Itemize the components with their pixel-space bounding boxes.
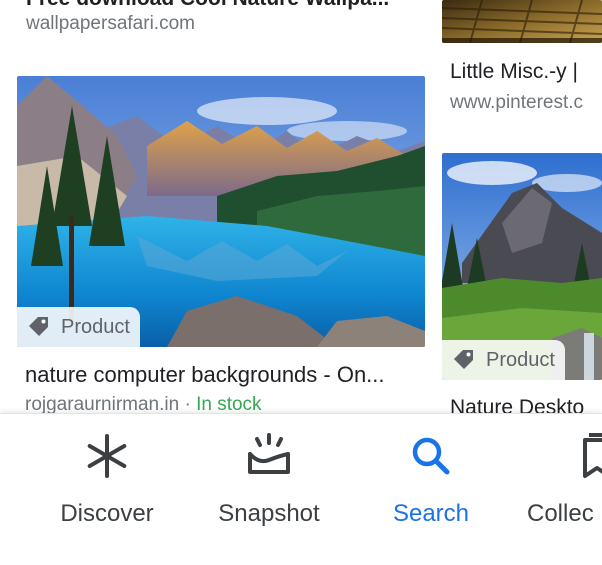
result-title-little-misc[interactable]: Little Misc.-y |: [450, 60, 602, 84]
nav-label-discover: Discover: [60, 500, 154, 527]
bookmark-icon: [583, 433, 602, 478]
nav-item-collections[interactable]: Collec: [518, 432, 602, 528]
result-source-line[interactable]: rojgaraurnirman.in · In stock: [25, 394, 425, 415]
result-image-little-misc[interactable]: [442, 0, 602, 43]
nav-label-snapshot: Snapshot: [218, 500, 320, 527]
result-title-cool-nature[interactable]: Free download Cool Nature Wallpa...: [26, 0, 426, 11]
nav-label-collections: Collec: [527, 500, 594, 527]
source-separator: ·: [179, 394, 197, 415]
image-results-feed[interactable]: Free download Cool Nature Wallpa... wall…: [0, 0, 602, 415]
result-image-nature-desktop[interactable]: Product: [442, 153, 602, 380]
product-badge-label: Product: [486, 348, 555, 371]
bottom-navigation-bar: Discover Snapshot Search Collec: [0, 413, 602, 565]
asterisk-icon: [87, 434, 127, 478]
tag-icon: [454, 350, 473, 369]
nav-item-search[interactable]: Search: [356, 432, 506, 528]
snapshot-icon: [248, 433, 290, 474]
result-source-wallpapersafari[interactable]: wallpapersafari.com: [26, 13, 195, 35]
nav-item-discover[interactable]: Discover: [32, 432, 182, 528]
product-badge: Product: [17, 307, 140, 347]
result-image-mountain-lake[interactable]: Product: [17, 76, 425, 347]
search-icon: [412, 437, 450, 475]
product-badge-right: Product: [442, 340, 565, 380]
tag-icon: [29, 317, 48, 336]
wooden-deck-image: [442, 0, 602, 43]
result-title-nature-backgrounds[interactable]: nature computer backgrounds - On...: [25, 362, 417, 388]
product-badge-label: Product: [61, 315, 130, 338]
nav-label-search: Search: [392, 500, 470, 527]
result-source-rojgar: rojgaraurnirman.in: [25, 394, 180, 415]
result-source-pinterest[interactable]: www.pinterest.c: [450, 92, 602, 114]
google-app-feed: Free download Cool Nature Wallpa... wall…: [0, 0, 602, 565]
nav-item-snapshot[interactable]: Snapshot: [194, 432, 344, 528]
in-stock-label: In stock: [196, 394, 262, 415]
